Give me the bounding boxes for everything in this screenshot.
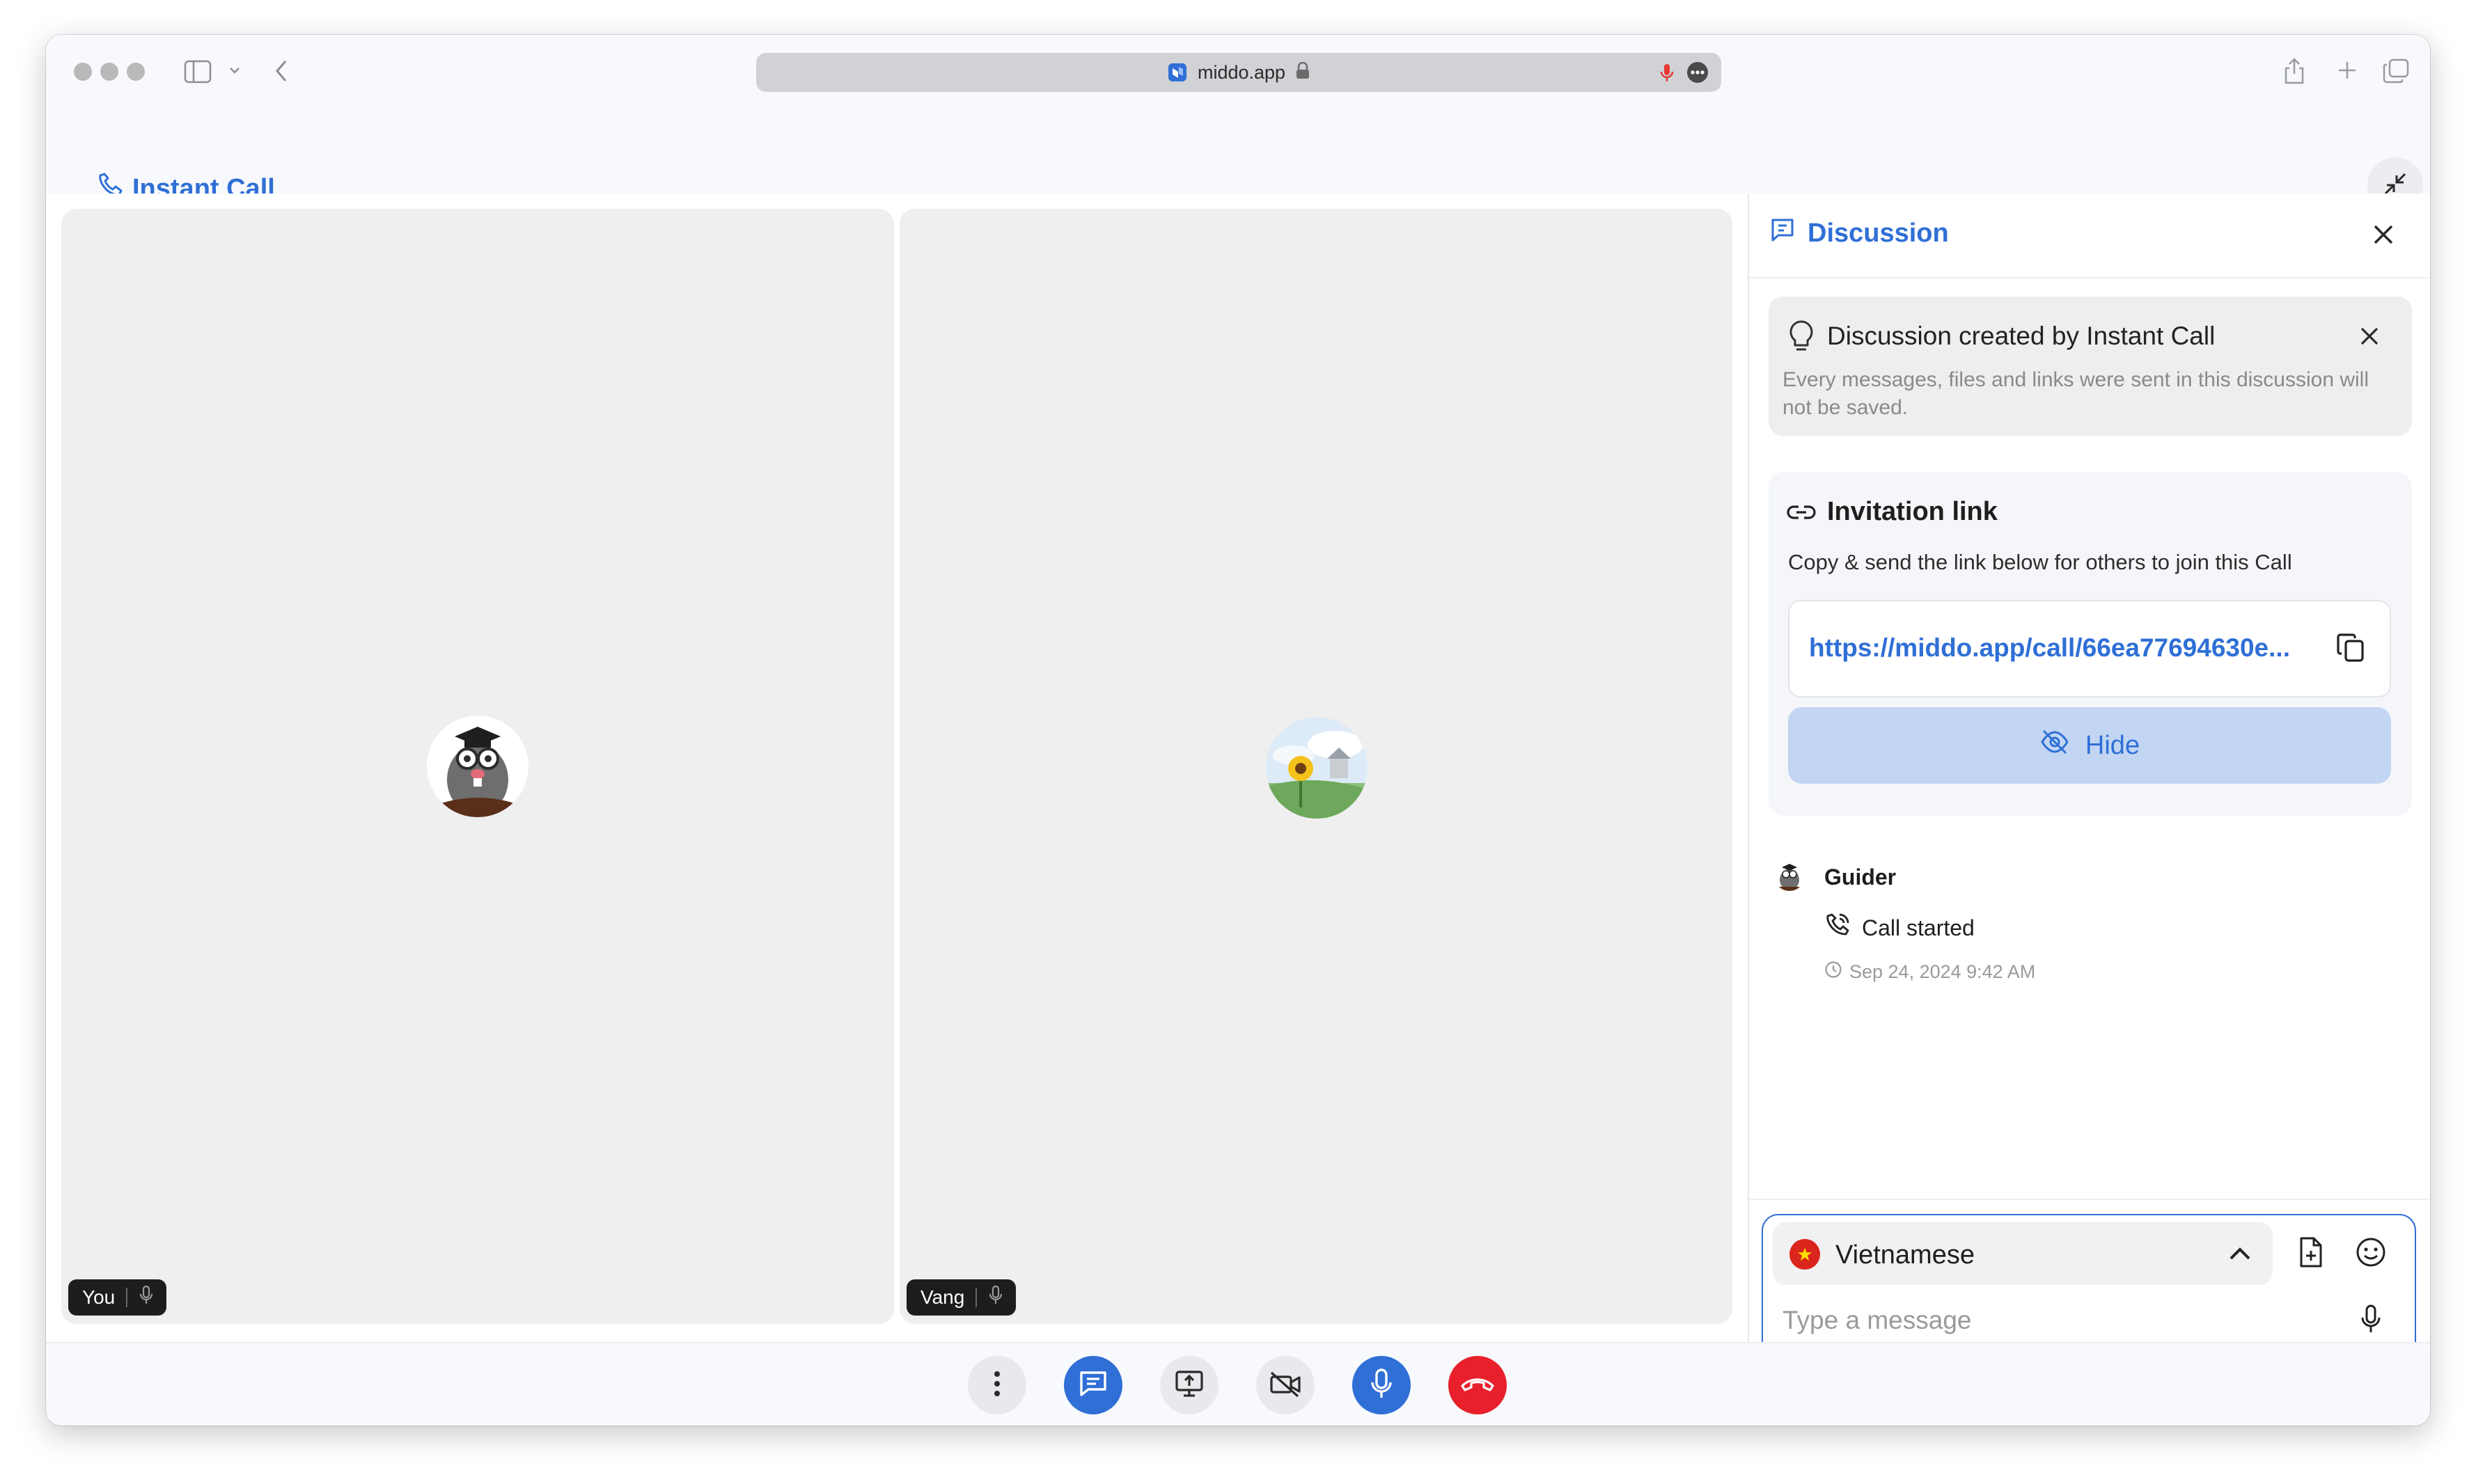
phone-call-icon — [1824, 912, 1851, 944]
site-favicon-icon — [1167, 62, 1188, 83]
chat-icon — [1078, 1369, 1108, 1402]
call-controls — [46, 1342, 2430, 1426]
microphone-icon — [988, 1284, 1003, 1311]
smiley-icon — [2355, 1236, 2387, 1272]
end-call-button[interactable] — [1448, 1356, 1507, 1414]
mole-graduate-avatar — [427, 716, 528, 817]
browser-toolbar: middo.app — [46, 35, 2430, 111]
invitation-link-field[interactable]: https://middo.app/call/66ea77694630e... — [1788, 600, 2391, 697]
video-tile-vang[interactable]: Vang — [900, 209, 1732, 1324]
chevron-up-icon — [2224, 1238, 2256, 1270]
window-minimize-button[interactable] — [100, 63, 118, 81]
discussion-title: Discussion — [1770, 217, 1949, 249]
message-timestamp: Sep 24, 2024 9:42 AM — [1824, 961, 2035, 984]
video-tile-you[interactable]: You — [61, 209, 894, 1324]
close-icon — [2359, 326, 2380, 350]
microphone-toggle-button[interactable] — [1352, 1356, 1411, 1414]
sunflower-landscape-avatar — [1266, 717, 1368, 819]
lock-icon — [1295, 61, 1310, 84]
video-grid: You Vang — [46, 194, 1748, 1342]
page-menu-icon[interactable] — [1686, 61, 1709, 87]
participant-name-badge: Vang — [907, 1279, 1017, 1316]
badge-divider — [975, 1288, 978, 1307]
attach-file-button[interactable] — [2292, 1235, 2330, 1272]
message-time: Sep 24, 2024 9:42 AM — [1849, 961, 2036, 982]
url-text: middo.app — [1197, 61, 1286, 83]
language-selector[interactable]: ★ Vietnamese — [1773, 1222, 2273, 1285]
lightbulb-icon — [1787, 319, 1816, 357]
camera-off-icon — [1269, 1370, 1302, 1401]
language-label: Vietnamese — [1835, 1240, 1975, 1270]
discussion-header: Discussion — [1749, 194, 2430, 278]
chat-toggle-button[interactable] — [1064, 1356, 1122, 1414]
invitation-description: Copy & send the link below for others to… — [1788, 550, 2292, 574]
participant-name: You — [82, 1286, 116, 1308]
browser-window: middo.app Instant Call You Vang Discussi… — [46, 35, 2430, 1426]
vietnam-flag-icon: ★ — [1789, 1239, 1820, 1270]
message-composer: ★ Vietnamese — [1762, 1214, 2416, 1360]
copy-icon — [2335, 631, 2367, 667]
chat-icon — [1770, 217, 1795, 249]
hang-up-icon — [1459, 1374, 1496, 1397]
microphone-icon — [2360, 1303, 2381, 1339]
more-options-button[interactable] — [968, 1356, 1026, 1414]
file-add-icon — [2296, 1236, 2326, 1272]
notice-title: Discussion created by Instant Call — [1827, 322, 2216, 350]
participant-name-badge: You — [68, 1279, 167, 1316]
chevron-down-icon[interactable] — [228, 65, 241, 79]
share-icon[interactable] — [2282, 56, 2306, 88]
back-icon[interactable] — [273, 58, 290, 87]
window-close-button[interactable] — [74, 63, 92, 81]
emoji-button[interactable] — [2352, 1235, 2390, 1272]
share-screen-button[interactable] — [1160, 1356, 1219, 1414]
eye-off-icon — [2039, 729, 2070, 762]
voice-input-button[interactable] — [2352, 1302, 2390, 1339]
close-icon — [2372, 223, 2395, 250]
link-icon — [1787, 498, 1816, 530]
address-bar-content: middo.app — [756, 53, 1721, 92]
window-zoom-button[interactable] — [127, 63, 145, 81]
hide-link-label: Hide — [2085, 730, 2140, 760]
guider-avatar — [1774, 860, 1805, 891]
tab-overview-icon[interactable] — [2383, 58, 2409, 87]
message-input[interactable] — [1781, 1299, 2327, 1342]
address-bar[interactable]: middo.app — [756, 53, 1721, 92]
microphone-in-use-icon[interactable] — [1660, 63, 1674, 87]
clock-icon — [1824, 961, 1842, 984]
new-tab-icon[interactable] — [2337, 60, 2358, 84]
invitation-link[interactable]: https://middo.app/call/66ea77694630e... — [1809, 633, 2317, 663]
close-discussion-button[interactable] — [2366, 219, 2401, 253]
message-sender: Guider — [1824, 865, 1897, 890]
composer-divider — [1749, 1199, 2430, 1200]
dismiss-notice-button[interactable] — [2353, 322, 2385, 354]
message-item: Guider Call started Sep 24, 2024 9:42 AM — [1774, 860, 2401, 1000]
screen-share-icon — [1174, 1369, 1205, 1402]
participant-name: Vang — [920, 1286, 965, 1308]
copy-link-button[interactable] — [2331, 629, 2370, 668]
discussion-panel: Discussion Discussion created by Instant… — [1748, 194, 2430, 1360]
invitation-card: Invitation link Copy & send the link bel… — [1769, 472, 2412, 816]
call-event-label: Call started — [1862, 915, 1975, 940]
more-vertical-icon — [993, 1370, 1001, 1401]
discussion-notice: Discussion created by Instant Call Every… — [1769, 297, 2412, 436]
notice-text: Every messages, files and links were sen… — [1782, 368, 2369, 419]
microphone-icon — [139, 1284, 154, 1311]
microphone-icon — [1370, 1367, 1393, 1404]
invitation-title: Invitation link — [1827, 497, 1998, 526]
sidebar-toggle-icon[interactable] — [184, 60, 212, 87]
camera-toggle-button[interactable] — [1256, 1356, 1315, 1414]
hide-link-button[interactable]: Hide — [1788, 707, 2391, 784]
call-event: Call started — [1824, 912, 1975, 944]
discussion-title-label: Discussion — [1808, 218, 1949, 248]
badge-divider — [126, 1288, 128, 1307]
